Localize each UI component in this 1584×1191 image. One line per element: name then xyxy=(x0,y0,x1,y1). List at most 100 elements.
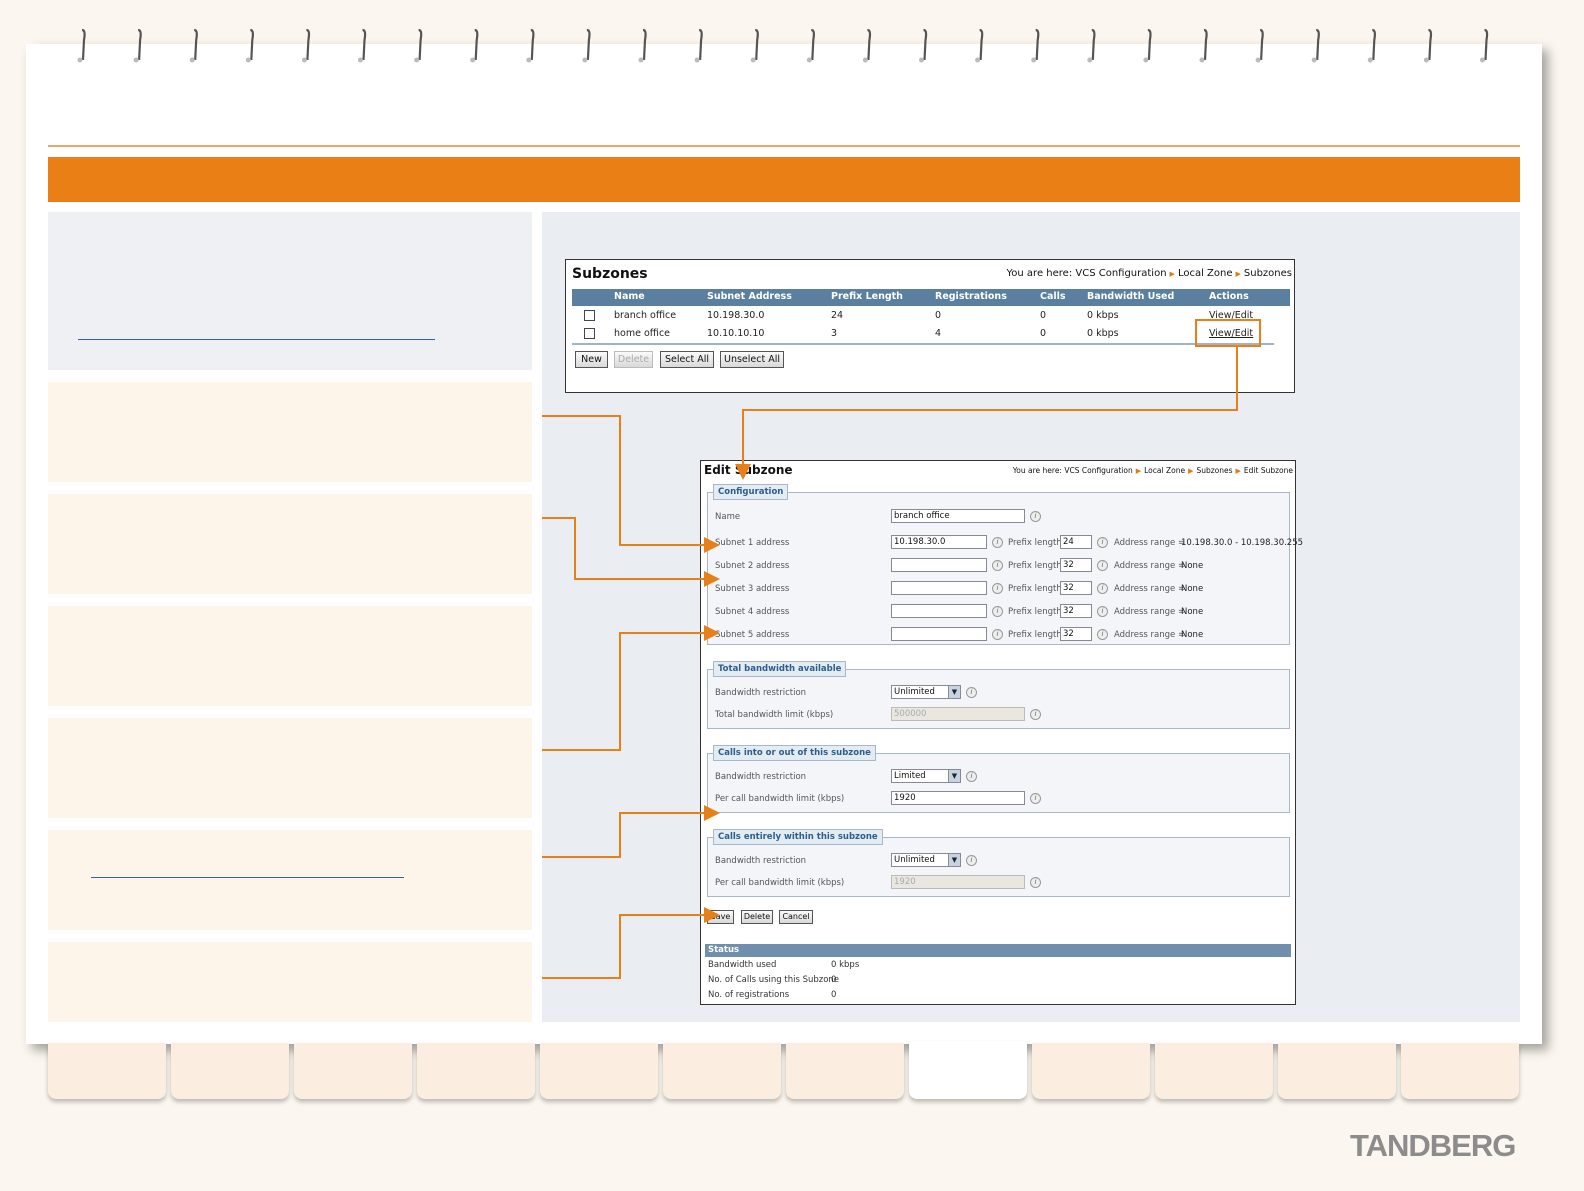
prefix-length-input[interactable]: 32 xyxy=(1060,627,1092,641)
calls-in-out-limit-input[interactable]: 1920 xyxy=(891,791,1025,805)
subnet-address-input[interactable] xyxy=(891,627,987,641)
prefix-length-label: Prefix length xyxy=(1008,561,1062,571)
row-subnet: 10.198.30.0 xyxy=(707,310,765,321)
col-registrations[interactable]: Registrations xyxy=(935,291,1007,302)
breadcrumb-local-zone[interactable]: Local Zone xyxy=(1144,466,1185,475)
subnet-address-input[interactable]: 10.198.30.0 xyxy=(891,535,987,549)
info-icon[interactable]: i xyxy=(966,687,977,698)
breadcrumb-arrow-icon: ▶ xyxy=(1235,467,1241,475)
configuration-section: Configuration Name branch office i Subne… xyxy=(707,484,1303,645)
breadcrumb-subzones: Subzones xyxy=(1243,268,1292,279)
section-tab[interactable] xyxy=(1278,1043,1396,1099)
name-input[interactable]: branch office xyxy=(891,509,1025,523)
info-icon[interactable]: i xyxy=(1097,560,1108,571)
edit-subzone-title: Edit Subzone xyxy=(704,463,793,477)
prefix-length-label: Prefix length xyxy=(1008,584,1062,594)
subnet-address-label: Subnet 5 address xyxy=(715,630,790,640)
calls-in-out-restriction-select[interactable]: Limited ▼ xyxy=(891,769,961,783)
status-header: Status xyxy=(705,944,1291,957)
calls-in-out-section: Calls into or out of this subzone Bandwi… xyxy=(707,745,1290,813)
address-range-label: Address range = xyxy=(1114,538,1186,548)
info-icon[interactable]: i xyxy=(1030,793,1041,804)
info-icon[interactable]: i xyxy=(966,855,977,866)
info-box-4 xyxy=(48,718,532,818)
prefix-length-input[interactable]: 32 xyxy=(1060,581,1092,595)
total-bandwidth-restriction-select[interactable]: Unlimited ▼ xyxy=(891,685,961,699)
unselect-all-button[interactable]: Unselect All xyxy=(720,351,784,368)
row-calls: 0 xyxy=(1040,310,1047,321)
table-row: branch office 10.198.30.0 24 0 0 0 kbps … xyxy=(572,307,1290,325)
info-icon[interactable]: i xyxy=(992,560,1003,571)
section-tab[interactable] xyxy=(1155,1043,1273,1099)
col-subnet-address[interactable]: Subnet Address xyxy=(707,291,792,302)
info-icon[interactable]: i xyxy=(966,771,977,782)
section-tab[interactable] xyxy=(1401,1043,1519,1099)
delete-button[interactable]: Delete xyxy=(741,910,773,924)
breadcrumb-local-zone[interactable]: Local Zone xyxy=(1178,268,1233,279)
delete-button[interactable]: Delete xyxy=(614,351,653,368)
info-icon[interactable]: i xyxy=(1097,606,1108,617)
section-tab[interactable] xyxy=(1032,1043,1150,1099)
col-prefix-length[interactable]: Prefix Length xyxy=(831,291,903,302)
prefix-length-input[interactable]: 32 xyxy=(1060,558,1092,572)
breadcrumb-subzones[interactable]: Subzones xyxy=(1196,466,1232,475)
section-tab[interactable] xyxy=(540,1043,658,1099)
subnet-address-input[interactable] xyxy=(891,558,987,572)
intro-link[interactable] xyxy=(78,339,435,340)
section-tab[interactable] xyxy=(171,1043,289,1099)
breadcrumb-arrow-icon: ▶ xyxy=(1135,467,1142,475)
col-name[interactable]: Name xyxy=(614,291,645,302)
edit-breadcrumb: You are here: VCS Configuration ▶ Local Zo… xyxy=(1012,466,1293,475)
title-band xyxy=(48,157,1520,202)
calls-within-restriction-select[interactable]: Unlimited ▼ xyxy=(891,853,961,867)
section-tab[interactable] xyxy=(786,1043,904,1099)
info-icon[interactable]: i xyxy=(1097,537,1108,548)
info-box-5-link[interactable] xyxy=(91,877,404,878)
info-icon[interactable]: i xyxy=(1097,629,1108,640)
new-button[interactable]: New xyxy=(575,351,608,368)
total-bandwidth-limit-input[interactable]: 500000 xyxy=(891,707,1025,721)
row-name: home office xyxy=(614,328,671,339)
info-icon[interactable]: i xyxy=(992,583,1003,594)
row-bandwidth: 0 kbps xyxy=(1087,310,1119,321)
row-registrations: 0 xyxy=(935,310,942,321)
breadcrumb-arrow-icon: ▶ xyxy=(1235,270,1241,278)
prefix-length-input[interactable]: 32 xyxy=(1060,604,1092,618)
cancel-button[interactable]: Cancel xyxy=(779,910,813,924)
prefix-length-input[interactable]: 24 xyxy=(1060,535,1092,549)
address-range-label: Address range = xyxy=(1114,607,1186,617)
subnet-address-input[interactable] xyxy=(891,581,987,595)
section-tab[interactable] xyxy=(294,1043,412,1099)
breadcrumb-vcs-configuration[interactable]: VCS Configuration xyxy=(1064,466,1132,475)
col-bandwidth-used[interactable]: Bandwidth Used xyxy=(1087,291,1174,302)
calls-within-section: Calls entirely within this subzone Bandw… xyxy=(707,829,1290,897)
section-tab-active[interactable] xyxy=(909,1041,1027,1099)
save-button[interactable]: Save xyxy=(707,910,734,924)
section-tab[interactable] xyxy=(48,1043,166,1099)
row-checkbox[interactable] xyxy=(584,310,595,321)
total-bandwidth-legend: Total bandwidth available xyxy=(713,661,847,677)
info-icon[interactable]: i xyxy=(1097,583,1108,594)
calls-in-out-legend: Calls into or out of this subzone xyxy=(713,745,876,761)
info-icon[interactable]: i xyxy=(1030,511,1041,522)
select-all-button[interactable]: Select All xyxy=(660,351,714,368)
name-label: Name xyxy=(715,512,741,522)
section-tab[interactable] xyxy=(663,1043,781,1099)
per-call-limit-label: Per call bandwidth limit (kbps) xyxy=(715,794,845,804)
prefix-length-label: Prefix length xyxy=(1008,630,1062,640)
calls-within-limit-input[interactable]: 1920 xyxy=(891,875,1025,889)
bandwidth-restriction-label: Bandwidth restriction xyxy=(715,772,807,782)
row-checkbox[interactable] xyxy=(584,328,595,339)
info-icon[interactable]: i xyxy=(992,537,1003,548)
info-icon[interactable]: i xyxy=(1030,877,1041,888)
col-calls[interactable]: Calls xyxy=(1040,291,1066,302)
breadcrumb-vcs-configuration[interactable]: VCS Configuration xyxy=(1075,268,1166,279)
subzones-title: Subzones xyxy=(572,266,648,282)
subnet-address-input[interactable] xyxy=(891,604,987,618)
info-icon[interactable]: i xyxy=(992,629,1003,640)
info-icon[interactable]: i xyxy=(1030,709,1041,720)
table-row: home office 10.10.10.10 3 4 0 0 kbps Vie… xyxy=(572,325,1290,343)
info-icon[interactable]: i xyxy=(992,606,1003,617)
header-rule xyxy=(48,145,1520,147)
section-tab[interactable] xyxy=(417,1043,535,1099)
